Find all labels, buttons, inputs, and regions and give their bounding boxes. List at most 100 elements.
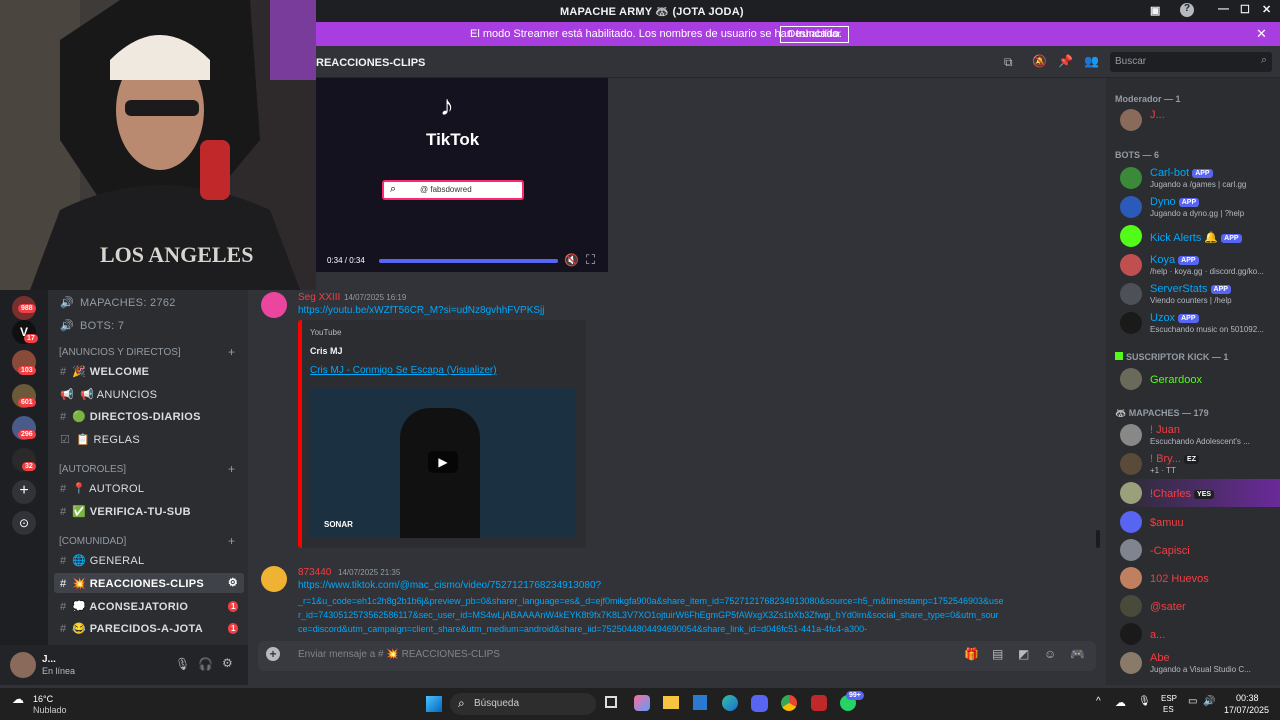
emoji-icon[interactable]: ☺ [1044, 647, 1056, 661]
avatar[interactable] [261, 292, 287, 318]
network-icon[interactable]: ▭ [1188, 696, 1197, 707]
message-link-line[interactable]: ce=discord&utm_campaign=client_share&utm… [298, 624, 867, 634]
message-author[interactable]: Seg XXIII [298, 292, 340, 303]
user-settings-icon[interactable]: ⚙ [222, 656, 233, 670]
threads-icon[interactable]: ⧉ [1004, 55, 1013, 70]
member[interactable]: J... [1118, 106, 1276, 134]
channel-reacciones-clips[interactable]: # 💥 REACCIONES-CLIPS ⚙ [54, 573, 244, 593]
channel-aconsejatorio[interactable]: # 💭 ACONSEJATORIO [48, 596, 248, 616]
disable-streamer-button[interactable]: Deshabilitar [780, 26, 849, 43]
discord-taskbar-icon[interactable] [751, 695, 768, 712]
copilot-icon[interactable] [634, 695, 650, 711]
fullscreen-icon[interactable]: ⛶ [586, 252, 595, 268]
weather-icon[interactable]: ☁ [12, 692, 24, 706]
member[interactable]: !Charles YES [1118, 479, 1280, 507]
embed-title[interactable]: Cris MJ - Conmigo Se Escapa (Visualizer) [310, 365, 497, 376]
volume-icon[interactable]: 🔇 [564, 253, 579, 267]
member[interactable]: Koya APP/help · koya.gg · discord.gg/ko.… [1118, 251, 1276, 279]
store-icon[interactable] [693, 695, 707, 710]
pin-icon[interactable]: 📌 [1058, 54, 1073, 68]
add-server-icon[interactable]: + [12, 480, 36, 504]
taskbar-search-label: Búsqueda [474, 698, 520, 709]
channel-anuncios[interactable]: 📢 📢 ANUNCIOS [48, 384, 248, 404]
member[interactable]: @sater [1118, 592, 1276, 620]
member[interactable]: Gerardoox [1118, 365, 1276, 393]
task-view-icon[interactable] [605, 696, 617, 708]
message-link[interactable]: https://youtu.be/xWZfT56CR_M?si=udNz8gvh… [298, 305, 545, 316]
add-channel-icon[interactable]: + [228, 345, 235, 359]
member[interactable]: Uzox APP Escuchando music on 501092... [1118, 309, 1276, 337]
channel-reglas[interactable]: ☑ 📋 REGLAS [48, 429, 248, 449]
edge-icon[interactable] [722, 695, 738, 711]
message-composer[interactable]: + Enviar mensaje a # 💥 REACCIONES-CLIPS … [258, 641, 1096, 671]
channel-general[interactable]: # 🌐 GENERAL [48, 550, 248, 570]
tiktok-video-player[interactable]: ♪ TikTok ⌕ @ fabsdowred 0:34 / 0:34 🔇 ⛶ [316, 78, 608, 272]
gif-icon[interactable]: ▤ [992, 647, 1003, 661]
attach-icon[interactable]: + [266, 647, 280, 661]
start-icon[interactable] [426, 696, 442, 712]
member[interactable]: ! Juan Escuchando Adolescent's ... [1118, 421, 1276, 449]
avatar[interactable] [261, 566, 287, 592]
member[interactable]: Carl-bot APP Jugando a /games | carl.gg [1118, 164, 1276, 192]
category-anuncios[interactable]: [ANUNCIOS Y DIRECTOS] [59, 347, 181, 358]
message-link-line[interactable]: https://www.tiktok.com/@mac_cismo/video/… [298, 580, 601, 591]
member[interactable]: Dyno APP Jugando a dyno.gg | ?help [1118, 193, 1276, 221]
gift-icon[interactable]: 🎁 [964, 647, 979, 661]
file-explorer-icon[interactable] [663, 696, 679, 709]
volume-tray-icon[interactable]: 🔊 [1203, 696, 1215, 707]
category-comunidad[interactable]: [COMUNIDAD] [59, 536, 126, 547]
play-icon[interactable]: ▶ [428, 451, 458, 473]
member[interactable]: Kick Alerts 🔔 APP [1118, 222, 1276, 250]
category-autoroles[interactable]: [AUTOROLES] [59, 464, 126, 475]
member[interactable]: 102 Huevos [1118, 564, 1276, 592]
member[interactable]: Abe Jugando a Visual Studio C... [1118, 649, 1276, 677]
message-link-line[interactable]: r_id=7430512573562586117&sec_user_id=MS4… [298, 610, 999, 620]
maximize-icon[interactable]: ☐ [1240, 3, 1250, 16]
channel-verifica[interactable]: # ✅ VERIFICA-TU-SUB [48, 501, 248, 521]
member[interactable]: a... [1118, 620, 1276, 648]
embed-author[interactable]: Cris MJ [310, 346, 343, 356]
channel-directos-diarios[interactable]: # 🟢 DIRECTOS-DIARIOS [48, 406, 248, 426]
app-icon[interactable] [811, 695, 827, 711]
member[interactable]: ServerStats APP Viendo counters | /help [1118, 280, 1276, 308]
headphones-icon[interactable]: 🎧 [198, 657, 213, 671]
video-thumbnail[interactable]: ▶ SONAR [310, 388, 576, 538]
server-badge: 17 [24, 334, 38, 343]
member-list-icon[interactable]: 👥 [1084, 54, 1099, 68]
tray-chevron-icon[interactable]: ^ [1096, 696, 1101, 707]
mic-tray-icon[interactable]: 🎙 [1138, 696, 1151, 707]
microphone-icon[interactable]: 🎙 [175, 657, 190, 671]
taskbar-search[interactable]: ⌕ Búsqueda [450, 693, 596, 715]
clock-time[interactable]: 00:38 [1236, 693, 1259, 703]
close-banner-icon[interactable]: ✕ [1256, 26, 1267, 42]
video-progress[interactable] [379, 259, 558, 263]
help-icon[interactable]: ? [1180, 3, 1194, 17]
chat-scrollbar[interactable] [1096, 530, 1100, 548]
apps-icon[interactable]: 🎮 [1070, 647, 1085, 661]
notifications-icon[interactable]: 🔕 [1032, 54, 1047, 68]
channel-autorol[interactable]: # 📍 AUTOROL [48, 478, 248, 498]
onedrive-icon[interactable]: ☁ [1115, 696, 1126, 709]
channel-parecidos[interactable]: # 😂 PARECIDOS-A-JOTA [48, 618, 248, 638]
member[interactable]: -Capisci [1118, 536, 1276, 564]
lang-primary[interactable]: ESP [1161, 694, 1177, 703]
message-link-line[interactable]: _r=1&u_code=eh1c2h8g2b1b6j&preview_pb=0&… [298, 596, 1004, 606]
close-window-icon[interactable]: ✕ [1262, 3, 1271, 16]
server-badge: 988 [18, 304, 36, 313]
channel-header: REACCIONES-CLIPS ⧉ 🔕 📌 👥 [316, 46, 1106, 78]
settings-icon[interactable]: ⚙ [228, 576, 238, 589]
message-author[interactable]: 873440 [298, 567, 331, 578]
add-channel-icon[interactable]: + [228, 534, 235, 548]
sticker-icon[interactable]: ◩ [1018, 647, 1029, 661]
explore-icon[interactable]: ⊙ [12, 511, 36, 535]
add-channel-icon[interactable]: + [228, 462, 235, 476]
member[interactable]: ! Bry... EZ +1 · TT [1118, 450, 1276, 478]
member[interactable]: $amuu [1118, 508, 1276, 536]
minimize-icon[interactable]: — [1218, 3, 1229, 15]
avatar[interactable] [10, 652, 36, 678]
server-rail: 988 V 17 103 601 296 32 + ⊙ [0, 290, 48, 680]
chrome-icon[interactable] [781, 695, 797, 711]
channel-welcome[interactable]: # 🎉 WELCOME [48, 361, 248, 381]
inbox-icon[interactable]: ▣ [1150, 4, 1160, 17]
search-input[interactable]: Buscar ⌕ [1110, 52, 1272, 72]
